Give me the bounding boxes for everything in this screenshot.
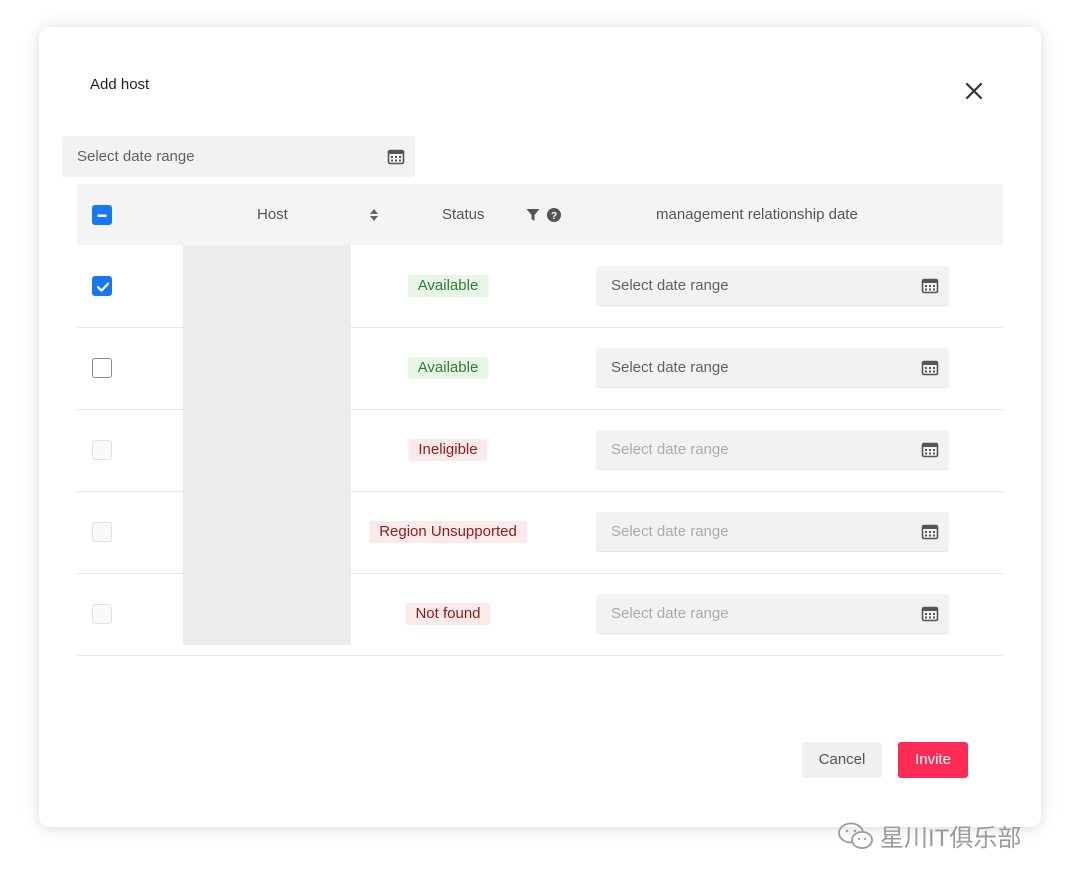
date-range-placeholder: Select date range	[611, 359, 729, 376]
svg-text:?: ?	[551, 211, 557, 222]
row-date-range-picker[interactable]: Select date range	[596, 266, 949, 306]
host-header: Host	[257, 206, 288, 223]
status-badge: Available	[407, 357, 489, 379]
watermark: 星川IT俱乐部	[836, 818, 1021, 853]
date-range-placeholder: Select date range	[611, 277, 729, 294]
host-column-redacted	[183, 245, 351, 645]
date-range-placeholder: Select date range	[77, 148, 195, 165]
row-date-range-picker[interactable]: Select date range	[596, 348, 949, 388]
row-checkbox[interactable]	[92, 358, 112, 378]
calendar-icon	[921, 277, 939, 295]
calendar-icon	[921, 523, 939, 541]
row-date-range-picker: Select date range	[596, 594, 949, 634]
sort-icon[interactable]	[368, 184, 380, 245]
date-range-placeholder: Select date range	[611, 605, 729, 622]
table-header: Host Status ? management relationship da…	[77, 184, 1003, 245]
status-badge: Region Unsupported	[369, 521, 527, 543]
row-checkbox	[92, 604, 112, 624]
row-checkbox[interactable]	[92, 276, 112, 296]
host-table: Host Status ? management relationship da…	[77, 184, 1003, 656]
close-icon[interactable]	[963, 80, 985, 102]
row-checkbox	[92, 522, 112, 542]
add-host-dialog: Add host Select date range Host Status ?…	[39, 27, 1041, 827]
date-range-placeholder: Select date range	[611, 441, 729, 458]
invite-button[interactable]: Invite	[898, 742, 968, 778]
help-icon[interactable]: ?	[547, 184, 561, 245]
watermark-text: 星川IT俱乐部	[880, 825, 1022, 852]
row-date-range-picker: Select date range	[596, 512, 949, 552]
row-checkbox	[92, 440, 112, 460]
date-header: management relationship date	[656, 206, 858, 223]
calendar-icon	[921, 605, 939, 623]
calendar-icon	[921, 441, 939, 459]
row-date-range-picker: Select date range	[596, 430, 949, 470]
cancel-button[interactable]: Cancel	[802, 742, 882, 778]
select-all-checkbox[interactable]	[92, 205, 112, 225]
filter-icon[interactable]	[526, 184, 540, 245]
status-badge: Available	[407, 275, 489, 297]
dialog-title: Add host	[90, 76, 150, 93]
status-badge: Ineligible	[408, 439, 488, 461]
status-badge: Not found	[405, 603, 491, 625]
calendar-icon	[387, 148, 405, 166]
wechat-icon	[836, 821, 876, 851]
date-range-picker[interactable]: Select date range	[62, 136, 415, 177]
date-range-placeholder: Select date range	[611, 523, 729, 540]
calendar-icon	[921, 359, 939, 377]
status-header: Status	[442, 206, 485, 223]
